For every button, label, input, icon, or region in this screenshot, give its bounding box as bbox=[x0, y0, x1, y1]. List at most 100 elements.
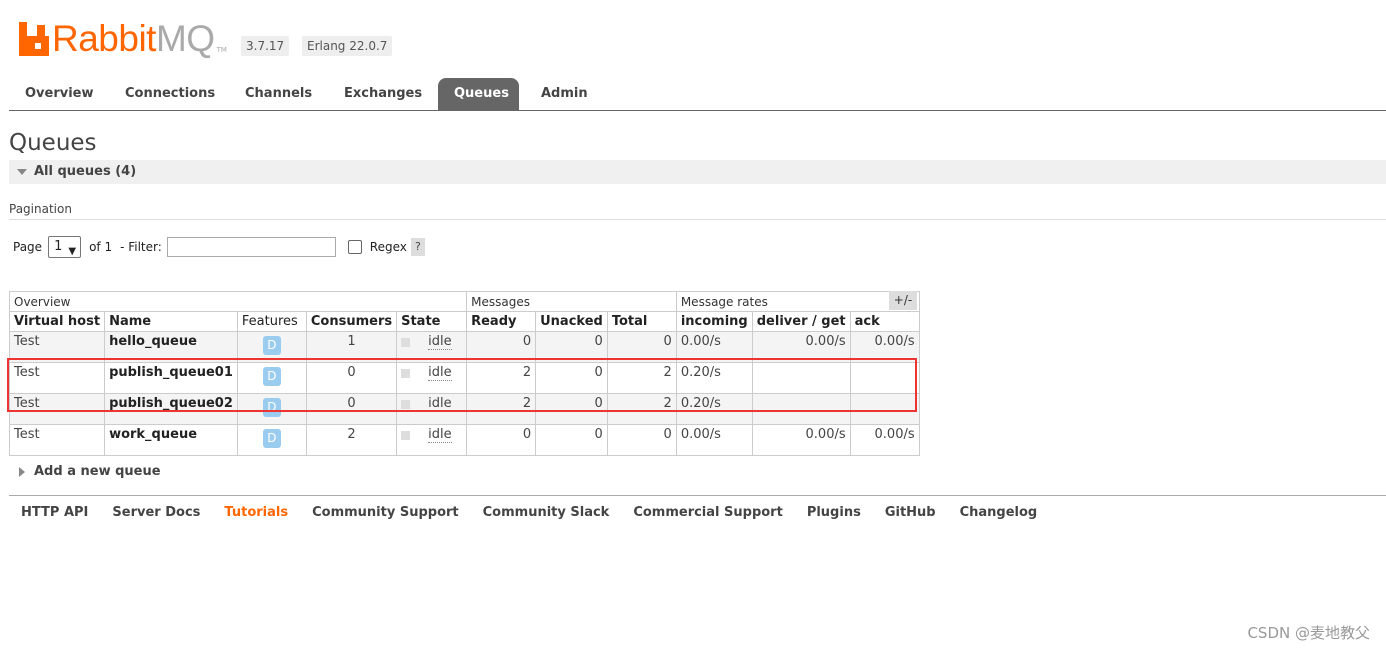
col-unacked[interactable]: Unacked bbox=[535, 311, 608, 332]
tab-queues[interactable]: Queues bbox=[438, 78, 519, 110]
toggle-columns-button[interactable]: +/- bbox=[889, 291, 917, 310]
footer-link-commercial-support[interactable]: Commercial Support bbox=[633, 505, 783, 521]
section-title: All queues (4) bbox=[34, 164, 137, 179]
col-incoming[interactable]: incoming bbox=[675, 311, 753, 332]
col-name[interactable]: Name bbox=[104, 311, 238, 332]
all-queues-section-toggle[interactable]: All queues (4) bbox=[9, 160, 1386, 184]
col-deliver-get[interactable]: deliver / get bbox=[751, 311, 851, 332]
cell-ready: 2 bbox=[466, 393, 537, 425]
durable-badge: D bbox=[262, 429, 281, 448]
cell-deliver-get: 0.00/s bbox=[751, 331, 851, 363]
footer-link-community-slack[interactable]: Community Slack bbox=[483, 505, 610, 521]
tab-admin[interactable]: Admin bbox=[525, 78, 604, 110]
cell-total: 2 bbox=[606, 393, 677, 425]
cell-state: idle bbox=[428, 365, 452, 381]
trademark: TM bbox=[216, 46, 227, 54]
page-select[interactable]: 1 ▼ bbox=[48, 236, 82, 258]
footer-link-community-support[interactable]: Community Support bbox=[312, 505, 459, 521]
filter-label: - Filter: bbox=[120, 240, 162, 254]
cell-ack bbox=[849, 393, 920, 425]
table-row: Test hello_queue D 1 idle 0 0 0 0.00/s 0… bbox=[8, 331, 920, 363]
filter-input[interactable] bbox=[166, 237, 336, 257]
queues-table: Overview Messages Message rates Virtual … bbox=[8, 291, 920, 456]
cell-ready: 2 bbox=[466, 362, 537, 394]
cell-vhost: Test bbox=[8, 362, 106, 394]
cell-state: idle bbox=[428, 334, 452, 350]
cell-total: 0 bbox=[606, 424, 677, 456]
cell-ready: 0 bbox=[466, 424, 537, 456]
col-consumers[interactable]: Consumers bbox=[305, 311, 398, 332]
main-tabs: Overview Connections Channels Exchanges … bbox=[9, 78, 1386, 111]
cell-ack: 0.00/s bbox=[849, 424, 920, 456]
col-ready[interactable]: Ready bbox=[466, 311, 537, 332]
chevron-down-icon: ▼ bbox=[68, 246, 77, 257]
page-label: Page bbox=[13, 240, 43, 254]
queue-name-link[interactable]: work_queue bbox=[104, 424, 238, 456]
cell-ack: 0.00/s bbox=[849, 331, 920, 363]
tab-exchanges[interactable]: Exchanges bbox=[328, 78, 438, 110]
cell-deliver-get bbox=[751, 393, 851, 425]
col-virtual-host[interactable]: Virtual host bbox=[8, 311, 106, 332]
durable-badge: D bbox=[262, 336, 281, 355]
state-indicator-icon bbox=[401, 400, 411, 409]
cell-consumers: 1 bbox=[305, 331, 398, 363]
regex-checkbox[interactable] bbox=[347, 240, 362, 254]
watermark: CSDN @麦地教父 bbox=[1247, 624, 1370, 642]
cell-state: idle bbox=[428, 427, 452, 443]
cell-state: idle bbox=[428, 396, 452, 412]
footer-link-plugins[interactable]: Plugins bbox=[807, 505, 861, 521]
erlang-version-badge: Erlang 22.0.7 bbox=[302, 36, 393, 56]
collapse-triangle-icon bbox=[17, 169, 27, 175]
tab-overview[interactable]: Overview bbox=[9, 78, 110, 110]
col-state[interactable]: State bbox=[396, 311, 468, 332]
table-row: Test publish_queue02 D 0 idle 2 0 2 0.20… bbox=[8, 393, 920, 425]
pagination-heading: Pagination bbox=[9, 202, 72, 216]
group-overview: Overview bbox=[8, 291, 468, 312]
cell-incoming: 0.00/s bbox=[675, 331, 753, 363]
cell-consumers: 2 bbox=[305, 424, 398, 456]
cell-deliver-get: 0.00/s bbox=[751, 424, 851, 456]
footer-link-server-docs[interactable]: Server Docs bbox=[112, 505, 200, 521]
group-message-rates: Message rates bbox=[675, 291, 920, 312]
cell-unacked: 0 bbox=[535, 393, 608, 425]
page-of-label: of 1 bbox=[89, 240, 113, 254]
footer-links: HTTP API Server Docs Tutorials Community… bbox=[21, 505, 1061, 521]
durable-badge: D bbox=[262, 367, 281, 386]
cell-consumers: 0 bbox=[305, 393, 398, 425]
group-messages: Messages bbox=[466, 291, 677, 312]
add-queue-label: Add a new queue bbox=[34, 464, 161, 479]
version-badge: 3.7.17 bbox=[241, 36, 290, 56]
regex-label: Regex bbox=[369, 240, 407, 254]
cell-unacked: 0 bbox=[535, 424, 608, 456]
queue-name-link[interactable]: publish_queue01 bbox=[104, 362, 238, 394]
tab-channels[interactable]: Channels bbox=[229, 78, 328, 110]
cell-incoming: 0.20/s bbox=[675, 393, 753, 425]
page-title: Queues bbox=[9, 130, 97, 156]
col-total[interactable]: Total bbox=[606, 311, 677, 332]
rabbitmq-logo-icon bbox=[19, 22, 49, 56]
col-ack[interactable]: ack bbox=[849, 311, 920, 332]
rabbitmq-logo[interactable]: RabbitMQ TM bbox=[19, 16, 227, 57]
footer-link-tutorials[interactable]: Tutorials bbox=[224, 505, 288, 521]
tab-connections[interactable]: Connections bbox=[109, 78, 231, 110]
footer-link-http-api[interactable]: HTTP API bbox=[21, 505, 88, 521]
cell-total: 0 bbox=[606, 331, 677, 363]
regex-help-icon[interactable]: ? bbox=[410, 238, 425, 256]
footer-link-changelog[interactable]: Changelog bbox=[960, 505, 1038, 521]
state-indicator-icon bbox=[401, 369, 411, 378]
queue-name-link[interactable]: publish_queue02 bbox=[104, 393, 238, 425]
cell-vhost: Test bbox=[8, 393, 106, 425]
table-row: Test work_queue D 2 idle 0 0 0 0.00/s 0.… bbox=[8, 424, 920, 456]
state-indicator-icon bbox=[401, 431, 411, 440]
cell-ready: 0 bbox=[466, 331, 537, 363]
queue-name-link[interactable]: hello_queue bbox=[104, 331, 238, 363]
cell-vhost: Test bbox=[8, 331, 106, 363]
footer-divider bbox=[9, 495, 1386, 496]
add-queue-toggle[interactable]: Add a new queue bbox=[19, 464, 161, 479]
cell-unacked: 0 bbox=[535, 362, 608, 394]
footer-link-github[interactable]: GitHub bbox=[885, 505, 936, 521]
cell-vhost: Test bbox=[8, 424, 106, 456]
durable-badge: D bbox=[262, 398, 281, 417]
state-indicator-icon bbox=[401, 338, 411, 347]
page-select-value: 1 bbox=[54, 239, 63, 254]
